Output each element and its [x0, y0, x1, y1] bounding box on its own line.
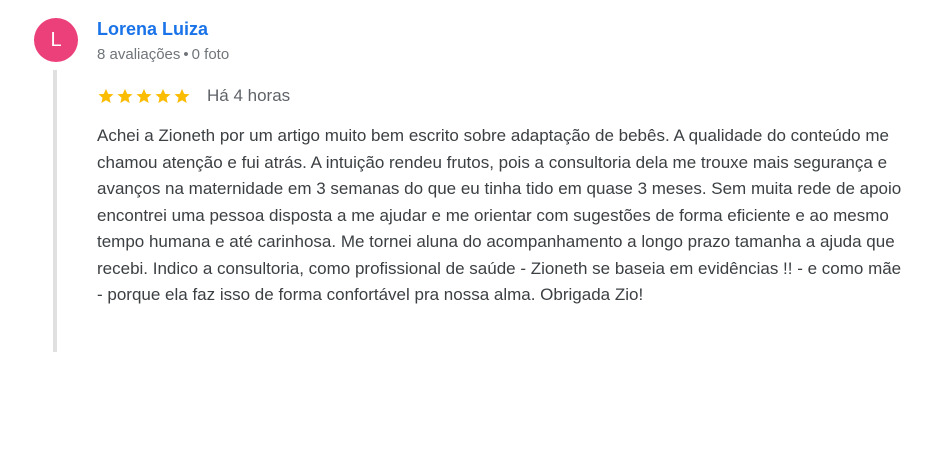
thread-line	[53, 70, 57, 352]
reviews-count: 8 avaliações	[97, 46, 181, 63]
star-icon	[174, 88, 190, 104]
rating-row: Há 4 horas	[97, 84, 290, 108]
author-meta: 8 avaliações • 0 foto	[97, 46, 229, 63]
author-name-link[interactable]: Lorena Luiza	[97, 19, 208, 40]
meta-separator: •	[183, 46, 189, 63]
review-text: Achei a Zioneth por um artigo muito bem …	[97, 126, 902, 304]
star-icon	[117, 88, 133, 104]
star-icon	[98, 88, 114, 104]
avatar[interactable]: L	[34, 18, 78, 62]
photos-count: 0 foto	[191, 46, 230, 63]
star-icon	[155, 88, 171, 104]
star-icon	[136, 88, 152, 104]
review-time: Há 4 horas	[207, 86, 291, 105]
star-rating	[97, 87, 191, 105]
